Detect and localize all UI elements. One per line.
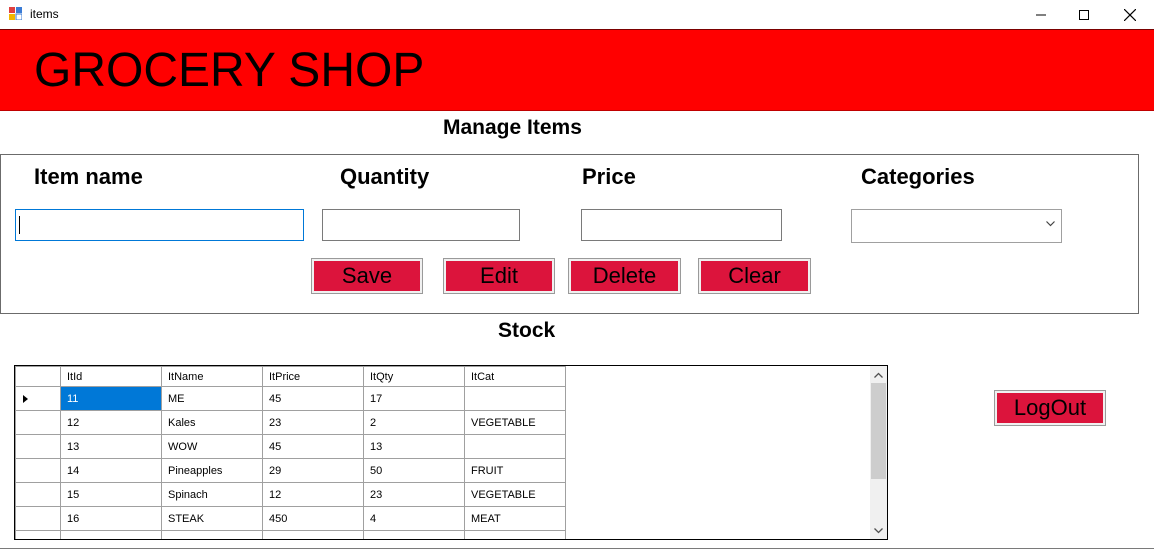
delete-button[interactable]: Delete bbox=[568, 258, 681, 294]
scroll-up-button[interactable] bbox=[870, 366, 887, 383]
table-cell[interactable]: 450 bbox=[262, 506, 364, 531]
grid-corner-header bbox=[15, 366, 61, 387]
table-cell[interactable]: Spinach bbox=[161, 482, 263, 507]
maximize-icon bbox=[1079, 9, 1089, 20]
table-row[interactable]: 11 ME 45 17 bbox=[15, 386, 566, 411]
vertical-scrollbar[interactable] bbox=[870, 366, 887, 539]
table-cell[interactable]: WOW bbox=[161, 434, 263, 459]
text-caret bbox=[19, 216, 20, 234]
row-header[interactable] bbox=[15, 458, 61, 483]
scrollbar-thumb[interactable] bbox=[871, 383, 886, 479]
table-cell[interactable]: VEGETABLE bbox=[464, 482, 566, 507]
minimize-button[interactable] bbox=[1018, 0, 1064, 29]
close-button[interactable] bbox=[1107, 0, 1153, 29]
table-cell[interactable]: 23 bbox=[262, 410, 364, 435]
manage-items-title: Manage Items bbox=[443, 116, 582, 139]
table-cell[interactable] bbox=[464, 434, 566, 459]
window-titlebar: items bbox=[0, 0, 1154, 29]
save-button[interactable]: Save bbox=[311, 258, 423, 294]
table-cell[interactable]: 13 bbox=[363, 434, 465, 459]
quantity-label: Quantity bbox=[340, 164, 430, 189]
price-input[interactable] bbox=[581, 209, 782, 241]
table-cell[interactable]: 4 bbox=[363, 506, 465, 531]
row-header[interactable] bbox=[15, 506, 61, 531]
item-name-label: Item name bbox=[34, 164, 143, 189]
app-icon bbox=[9, 7, 22, 20]
current-row-arrow-icon bbox=[23, 395, 28, 403]
table-row[interactable]: 12 Kales 23 2 VEGETABLE bbox=[15, 410, 566, 435]
table-cell[interactable]: 45 bbox=[262, 434, 364, 459]
table-cell[interactable]: 29 bbox=[262, 458, 364, 483]
table-cell[interactable] bbox=[363, 530, 465, 539]
close-icon bbox=[1124, 8, 1136, 21]
table-cell[interactable]: 12 bbox=[262, 482, 364, 507]
table-cell[interactable]: 50 bbox=[363, 458, 465, 483]
chevron-up-icon bbox=[874, 372, 883, 378]
table-cell[interactable]: STEAK bbox=[161, 506, 263, 531]
column-header-itname[interactable]: ItName bbox=[161, 366, 263, 387]
categories-select[interactable] bbox=[851, 209, 1062, 243]
column-header-itqty[interactable]: ItQty bbox=[363, 366, 465, 387]
table-cell[interactable] bbox=[60, 530, 162, 539]
table-cell[interactable]: VEGETABLE bbox=[464, 410, 566, 435]
row-header[interactable] bbox=[15, 386, 61, 411]
manage-items-panel: Item name Quantity Price Categories Save… bbox=[0, 154, 1139, 314]
table-cell[interactable]: 17 bbox=[363, 386, 465, 411]
logout-button[interactable]: LogOut bbox=[994, 390, 1106, 426]
table-cell[interactable]: 16 bbox=[60, 506, 162, 531]
price-label: Price bbox=[582, 164, 636, 189]
shop-title: GROCERY SHOP bbox=[34, 44, 425, 97]
table-cell[interactable]: 2 bbox=[363, 410, 465, 435]
table-cell[interactable]: Pineapples bbox=[161, 458, 263, 483]
categories-label: Categories bbox=[861, 164, 975, 189]
row-header[interactable] bbox=[15, 434, 61, 459]
table-row[interactable]: 16 STEAK 450 4 MEAT bbox=[15, 506, 566, 531]
quantity-input[interactable] bbox=[322, 209, 520, 241]
table-cell[interactable]: ME bbox=[161, 386, 263, 411]
table-cell[interactable]: MEAT bbox=[464, 506, 566, 531]
table-cell[interactable]: 11 bbox=[60, 386, 162, 411]
table-cell[interactable]: 15 bbox=[60, 482, 162, 507]
table-cell[interactable]: 13 bbox=[60, 434, 162, 459]
maximize-button[interactable] bbox=[1061, 0, 1107, 29]
clear-button[interactable]: Clear bbox=[698, 258, 811, 294]
table-cell[interactable]: FRUIT bbox=[464, 458, 566, 483]
row-header[interactable] bbox=[15, 482, 61, 507]
stock-grid[interactable]: ItId ItName ItPrice ItQty ItCat 11 ME 45… bbox=[14, 365, 888, 540]
row-header[interactable] bbox=[15, 410, 61, 435]
table-cell[interactable]: 14 bbox=[60, 458, 162, 483]
window-title: items bbox=[30, 7, 59, 21]
column-header-itcat[interactable]: ItCat bbox=[464, 366, 566, 387]
table-cell[interactable] bbox=[464, 530, 566, 539]
chevron-down-icon bbox=[874, 527, 883, 533]
column-header-itprice[interactable]: ItPrice bbox=[262, 366, 364, 387]
minimize-icon bbox=[1036, 14, 1046, 15]
stock-title: Stock bbox=[498, 319, 556, 342]
row-header[interactable] bbox=[15, 530, 61, 539]
header-banner: GROCERY SHOP bbox=[0, 29, 1154, 111]
table-row[interactable]: 15 Spinach 12 23 VEGETABLE bbox=[15, 482, 566, 507]
table-cell[interactable] bbox=[464, 386, 566, 411]
edit-button[interactable]: Edit bbox=[443, 258, 555, 294]
table-cell[interactable]: 12 bbox=[60, 410, 162, 435]
chevron-down-icon bbox=[1046, 221, 1055, 227]
table-cell[interactable]: Kales bbox=[161, 410, 263, 435]
stock-table: ItId ItName ItPrice ItQty ItCat 11 ME 45… bbox=[15, 366, 566, 539]
scroll-down-button[interactable] bbox=[870, 522, 887, 539]
table-cell[interactable] bbox=[161, 530, 263, 539]
column-header-itid[interactable]: ItId bbox=[60, 366, 162, 387]
table-row[interactable] bbox=[15, 530, 566, 539]
table-row[interactable]: 13 WOW 45 13 bbox=[15, 434, 566, 459]
table-cell[interactable]: 23 bbox=[363, 482, 465, 507]
window-bottom-border bbox=[0, 548, 1154, 549]
table-row[interactable]: 14 Pineapples 29 50 FRUIT bbox=[15, 458, 566, 483]
table-cell[interactable]: 45 bbox=[262, 386, 364, 411]
item-name-input[interactable] bbox=[15, 209, 304, 241]
table-cell[interactable] bbox=[262, 530, 364, 539]
